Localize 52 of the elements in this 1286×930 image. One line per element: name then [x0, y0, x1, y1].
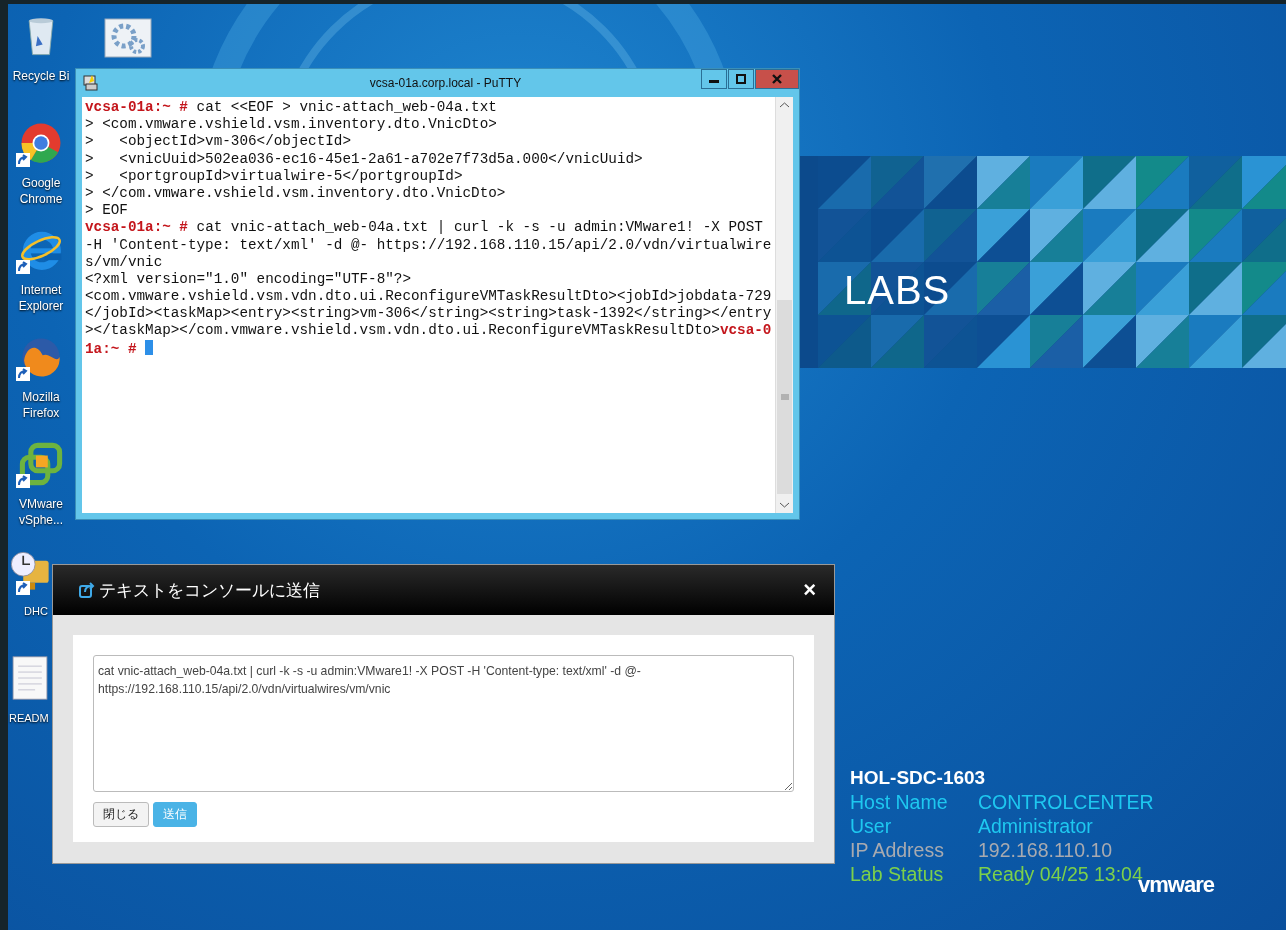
terminal-line: ></taskMap></com.vmware.vshield.vsm.vdn.dto.ui.ReconfigureVMTaskResultDto>vcsa-0: [85, 322, 773, 340]
share-icon: [79, 582, 95, 598]
text-cursor: [145, 339, 154, 355]
wallpaper-brand-text: LABS: [844, 268, 951, 313]
info-value: Administrator: [978, 814, 1093, 838]
terminal-line: 1a:~ #: [85, 339, 775, 357]
terminal-line: vcsa-01a:~ # cat <<EOF > vnic-attach_web-04a.txt: [85, 99, 498, 117]
terminal-line: </jobId><taskMap><entry><string>vm-306</string><string>task-1392</string></entry: [85, 305, 773, 323]
dialog-title: テキストをコンソールに送信: [99, 578, 320, 602]
terminal-line: > EOF: [85, 202, 129, 220]
text-input-field[interactable]: cat vnic-attach_web-04a.txt | curl -k -s -u admin:VMware1! -X POST -H 'Content-type: text/xml' -d @- https://192.168.110.15/api/2.0/vdn/virtualwires/vm/vnic: [93, 655, 794, 792]
chrome-icon: [19, 121, 63, 165]
minimize-button[interactable]: [701, 69, 727, 89]
info-label: Host Name: [850, 790, 949, 814]
desktop-shortcut[interactable]: DHC: [8, 547, 51, 654]
info-label: User: [850, 814, 893, 838]
desktop-shortcut[interactable]: Google Chrome: [8, 119, 74, 226]
terminal-line: > <portgroupId>virtualwire-5</portgroupId>: [85, 167, 464, 185]
maximize-icon: [736, 74, 746, 84]
terminal-line: vcsa-01a:~ # cat vnic-attach_web-04a.txt | curl -k -s -u admin:VMware1! -X POST: [85, 219, 764, 237]
grip-icon: [780, 394, 789, 400]
close-button[interactable]: ×: [799, 577, 820, 603]
terminal-line: <com.vmware.vshield.vsm.vdn.dto.ui.ReconfigureVMTaskResultDto><jobId>jobdata-729: [85, 288, 773, 306]
scrollbar-thumb[interactable]: [777, 300, 792, 494]
info-value: CONTROLCENTER: [978, 790, 1154, 814]
desktop-shortcut[interactable]: READM: [8, 654, 51, 761]
close-icon: [772, 74, 782, 84]
close-button[interactable]: [755, 69, 799, 89]
desktop-shortcut[interactable]: Mozilla Firefox: [8, 333, 74, 440]
terminal-line: > </com.vmware.vshield.vsm.inventory.dto.VnicDto>: [85, 184, 507, 203]
info-label: Lab Status: [850, 862, 945, 886]
terminal-line: <?xml version="1.0" encoding="UTF-8"?>: [85, 270, 413, 289]
terminal-line: > <vnicUuid>502ea036-ec16-45e1-2a61-a702e7f73d5a.000</vnicUuid>: [85, 150, 644, 168]
terminal-line: s/vm/vnic: [85, 253, 164, 271]
firefox-icon: [19, 335, 63, 379]
gear-icon[interactable]: [104, 18, 152, 58]
info-label: IP Address: [850, 838, 945, 862]
window-title: vcsa-01a.corp.local - PuTTY: [368, 76, 523, 90]
terminal-line: > <com.vmware.vshield.vsm.inventory.dto.VnicDto>: [85, 116, 498, 134]
desktop-shortcut[interactable]: Recycle Bi: [8, 12, 74, 119]
close-dialog-button[interactable]: 閉じる: [93, 802, 149, 827]
terminal-computer-icon: [82, 74, 100, 92]
scrollbar[interactable]: [775, 97, 793, 513]
desktop-shortcut[interactable]: Internet Explorer: [8, 226, 74, 333]
info-value: 192.168.110.10: [978, 838, 1113, 862]
vsphere-icon: [19, 442, 63, 486]
terminal-line: -H 'Content-type: text/xml' -d @- https://192.168.110.15/api/2.0/vdn/virtualwire: [85, 236, 773, 254]
dhcp-icon: [8, 549, 52, 593]
maximize-button[interactable]: [728, 69, 754, 89]
desktop-shortcut[interactable]: VMware vSphe...: [8, 440, 74, 547]
terminal-line: > <objectId>vm-306</objectId>: [85, 133, 352, 151]
lab-name: HOL-SDC-1603: [850, 766, 987, 790]
